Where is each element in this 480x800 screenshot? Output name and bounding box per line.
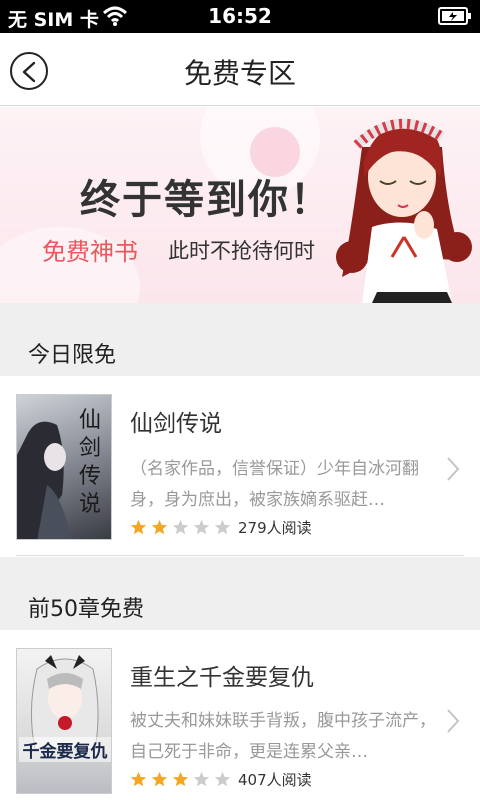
- cover-title: 仙剑传说: [79, 408, 102, 517]
- star-rating: [130, 517, 235, 539]
- girl-illustration: [336, 118, 472, 303]
- section-title: 前50章免费: [28, 597, 144, 622]
- banner-highlight: 免费神书: [42, 238, 138, 266]
- banner-subtext: 此时不抢待何时: [168, 239, 315, 263]
- nav-bar: 免费专区: [0, 33, 480, 106]
- star-icon: [130, 519, 147, 535]
- divider: [16, 555, 464, 556]
- star-icon: [214, 771, 231, 787]
- banner-headline: 终于等到你！: [80, 177, 332, 223]
- page-title: 免费专区: [183, 57, 296, 90]
- clock: 16:52: [208, 4, 272, 28]
- reader-count: 279人阅读: [238, 519, 312, 537]
- star-icon: [172, 771, 189, 787]
- star-icon: [172, 519, 189, 535]
- section-header-free-today: 今日限免: [0, 303, 480, 376]
- chevron-right-icon: [447, 709, 460, 733]
- section-header-first-50-chapters: 前50章免费: [0, 557, 480, 630]
- star-icon: [193, 519, 210, 535]
- book-title: 重生之千金要复仇: [130, 665, 314, 691]
- star-icon: [193, 771, 210, 787]
- star-icon: [151, 771, 168, 787]
- star-icon: [151, 519, 168, 535]
- cover-art-icon: [30, 655, 99, 750]
- star-icon: [214, 519, 231, 535]
- status-bar: 无 SIM 卡 16:52: [0, 0, 480, 33]
- book-description: （名家作品，信誉保证）少年自冰河翻身，身为庶出，被家族嫡系驱赶…: [130, 459, 419, 510]
- section-title: 今日限免: [28, 343, 117, 368]
- book-list-item[interactable]: 仙剑传说 仙剑传说 （名家作品，信誉保证）少年自冰河翻身，身为庶出，被家族嫡系驱…: [0, 376, 480, 556]
- battery-icon: [438, 7, 471, 25]
- cover-title: 千金要复仇: [19, 737, 111, 762]
- star-icon: [130, 771, 147, 787]
- book-title: 仙剑传说: [130, 411, 222, 437]
- book-cover-image: 千金要复仇: [16, 648, 112, 794]
- book-list-item[interactable]: 千金要复仇 重生之千金要复仇 被丈夫和妹妹联手背叛，腹中孩子流产，自己死于非命，…: [0, 630, 480, 800]
- promo-banner[interactable]: 终于等到你！ 免费神书 此时不抢待何时: [0, 107, 480, 303]
- book-description: 被丈夫和妹妹联手背叛，腹中孩子流产，自己死于非命，更是连累父亲…: [130, 711, 436, 762]
- star-rating: [130, 769, 235, 791]
- reader-count: 407人阅读: [238, 771, 312, 789]
- book-cover-image: 仙剑传说: [16, 394, 112, 540]
- chevron-right-icon: [447, 457, 460, 481]
